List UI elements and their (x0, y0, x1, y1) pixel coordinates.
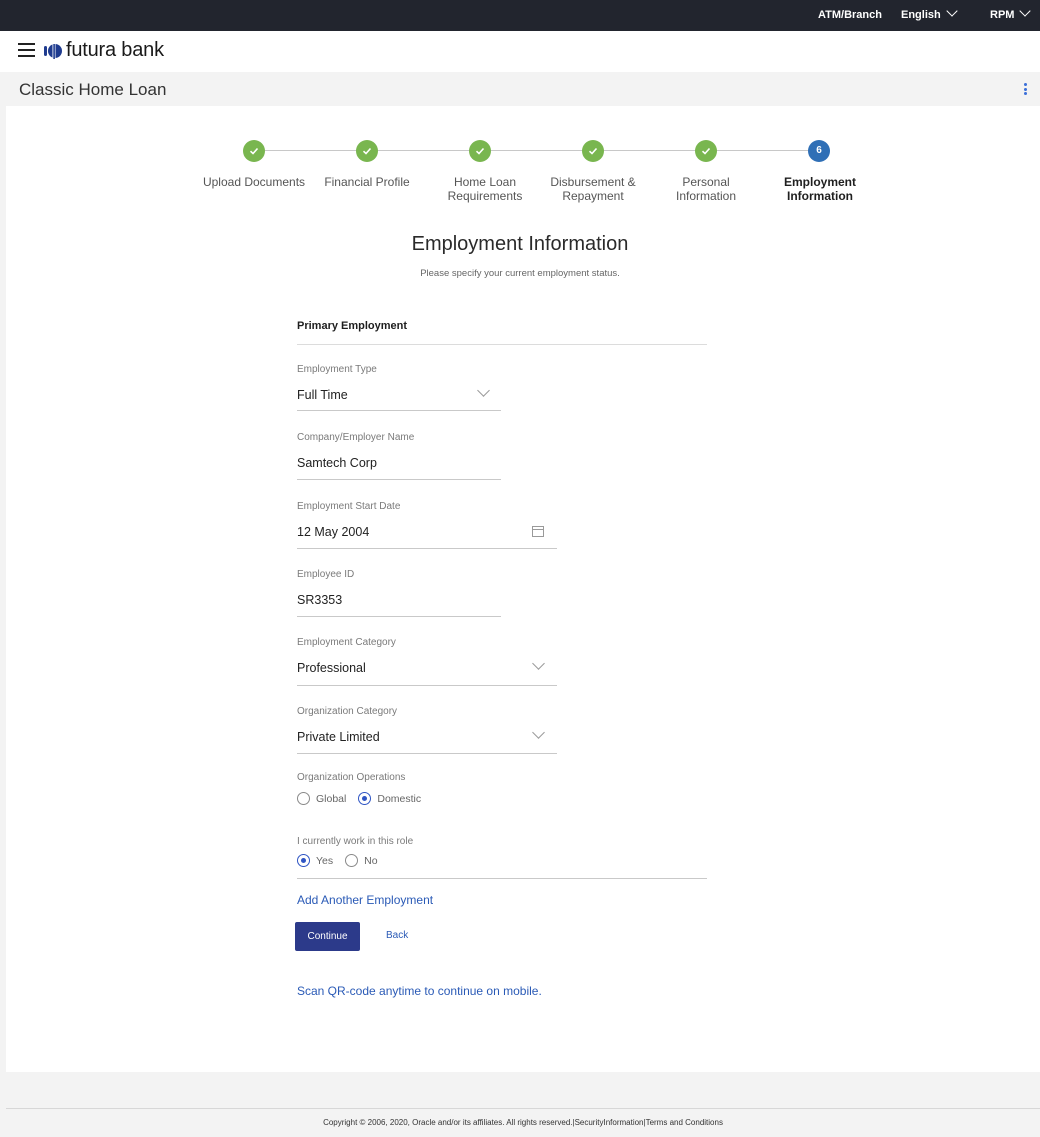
title-bar: Classic Home Loan (6, 74, 1040, 104)
step-label-line: Requirements (447, 189, 523, 203)
radio-option-no[interactable]: No (345, 854, 378, 867)
organization-category-value: Private Limited (297, 730, 380, 744)
radio-selected-icon (358, 792, 372, 805)
step-6-active-indicator: 6 (808, 140, 830, 162)
step-label-line: Personal (682, 175, 730, 189)
chevron-down-icon (946, 5, 958, 17)
radio-label: Yes (316, 854, 334, 867)
radio-option-global[interactable]: Global (297, 792, 346, 805)
radio-label: No (364, 854, 378, 867)
employee-id-value: SR3353 (297, 593, 343, 607)
current-role-radio-group: Yes No (297, 854, 390, 867)
step-label-line: Employment (783, 175, 856, 189)
step-4-complete-icon (582, 140, 604, 162)
employment-type-value: Full Time (297, 388, 348, 402)
organization-operations-radio-group: Global Domestic (297, 792, 433, 805)
chevron-down-icon (1019, 5, 1032, 17)
start-date-label: Employment Start Date (297, 501, 401, 512)
add-another-employment-link[interactable]: Add Another Employment (297, 893, 433, 907)
radio-label: Domestic (377, 792, 422, 805)
user-menu[interactable]: RPM (990, 5, 1032, 21)
more-options-icon[interactable] (1024, 83, 1028, 97)
continue-button[interactable]: Continue (295, 922, 360, 951)
top-bar: ATM/Branch English RPM (0, 0, 1040, 31)
qr-code-link[interactable]: Scan QR-code anytime to continue on mobi… (297, 984, 542, 998)
employment-category-label: Employment Category (297, 637, 396, 648)
field-underline (297, 548, 557, 549)
radio-unselected-icon (345, 854, 359, 867)
start-date-value: 12 May 2004 (297, 525, 370, 539)
section-title: Employment Information (411, 233, 629, 255)
radio-selected-icon (297, 854, 310, 867)
step-label-upload-documents: Upload Documents (194, 175, 314, 189)
step-label-line: Upload Documents (202, 175, 306, 189)
company-name-label: Company/Employer Name (297, 432, 415, 443)
step-label-personal-information: Personal Information (646, 175, 766, 203)
field-underline (297, 616, 501, 617)
step-label-employment-information: Employment Information (760, 175, 880, 203)
calendar-icon[interactable] (532, 526, 544, 537)
section-subtitle: Please specify your current employment s… (420, 268, 620, 279)
employment-category-value: Professional (297, 661, 366, 675)
radio-label: Global (316, 792, 347, 805)
step-label-disbursement-repayment: Disbursement & Repayment (533, 175, 653, 203)
page-title: Classic Home Loan (19, 80, 167, 99)
language-label: English (901, 9, 941, 21)
employment-type-label: Employment Type (297, 364, 377, 375)
field-underline (297, 685, 557, 686)
field-underline (297, 753, 557, 754)
field-underline (297, 410, 501, 411)
step-label-line: Information (675, 189, 737, 203)
step-5-complete-icon (695, 140, 717, 162)
form-divider (297, 878, 707, 879)
step-2-complete-icon (356, 140, 378, 162)
group-divider (297, 344, 707, 345)
brand-bar: futura bank (0, 31, 1040, 72)
bank-name: futura bank (66, 39, 164, 61)
step-3-complete-icon (469, 140, 491, 162)
radio-unselected-icon (297, 792, 310, 805)
step-label-home-loan-requirements: Home Loan Requirements (425, 175, 545, 203)
stepper-track (265, 150, 810, 151)
bank-logo-icon (44, 44, 62, 59)
employee-id-label: Employee ID (297, 569, 355, 580)
step-label-line: Repayment (562, 189, 624, 203)
step-label-line: Disbursement & (550, 175, 636, 189)
organization-category-label: Organization Category (297, 706, 398, 717)
user-label: RPM (990, 9, 1015, 21)
step-label-line: Financial Profile (324, 175, 410, 189)
language-selector[interactable]: English (901, 5, 958, 21)
radio-option-domestic[interactable]: Domestic (358, 792, 421, 805)
hamburger-menu-icon[interactable] (18, 43, 35, 57)
field-underline (297, 479, 501, 480)
current-role-label: I currently work in this role (297, 836, 414, 847)
radio-option-yes[interactable]: Yes (297, 854, 333, 867)
footer: Copyright © 2006, 2020, Oracle and/or it… (6, 1108, 1040, 1137)
step-label-line: Home Loan (453, 175, 517, 189)
step-label-line: Information (787, 189, 853, 203)
organization-operations-label: Organization Operations (297, 772, 406, 783)
atm-branch-link[interactable]: ATM/Branch (818, 9, 882, 21)
step-label-financial-profile: Financial Profile (307, 175, 427, 189)
back-button[interactable]: Back (386, 930, 408, 941)
step-1-complete-icon (243, 140, 265, 162)
company-name-value: Samtech Corp (297, 456, 377, 470)
group-title: Primary Employment (297, 320, 408, 332)
